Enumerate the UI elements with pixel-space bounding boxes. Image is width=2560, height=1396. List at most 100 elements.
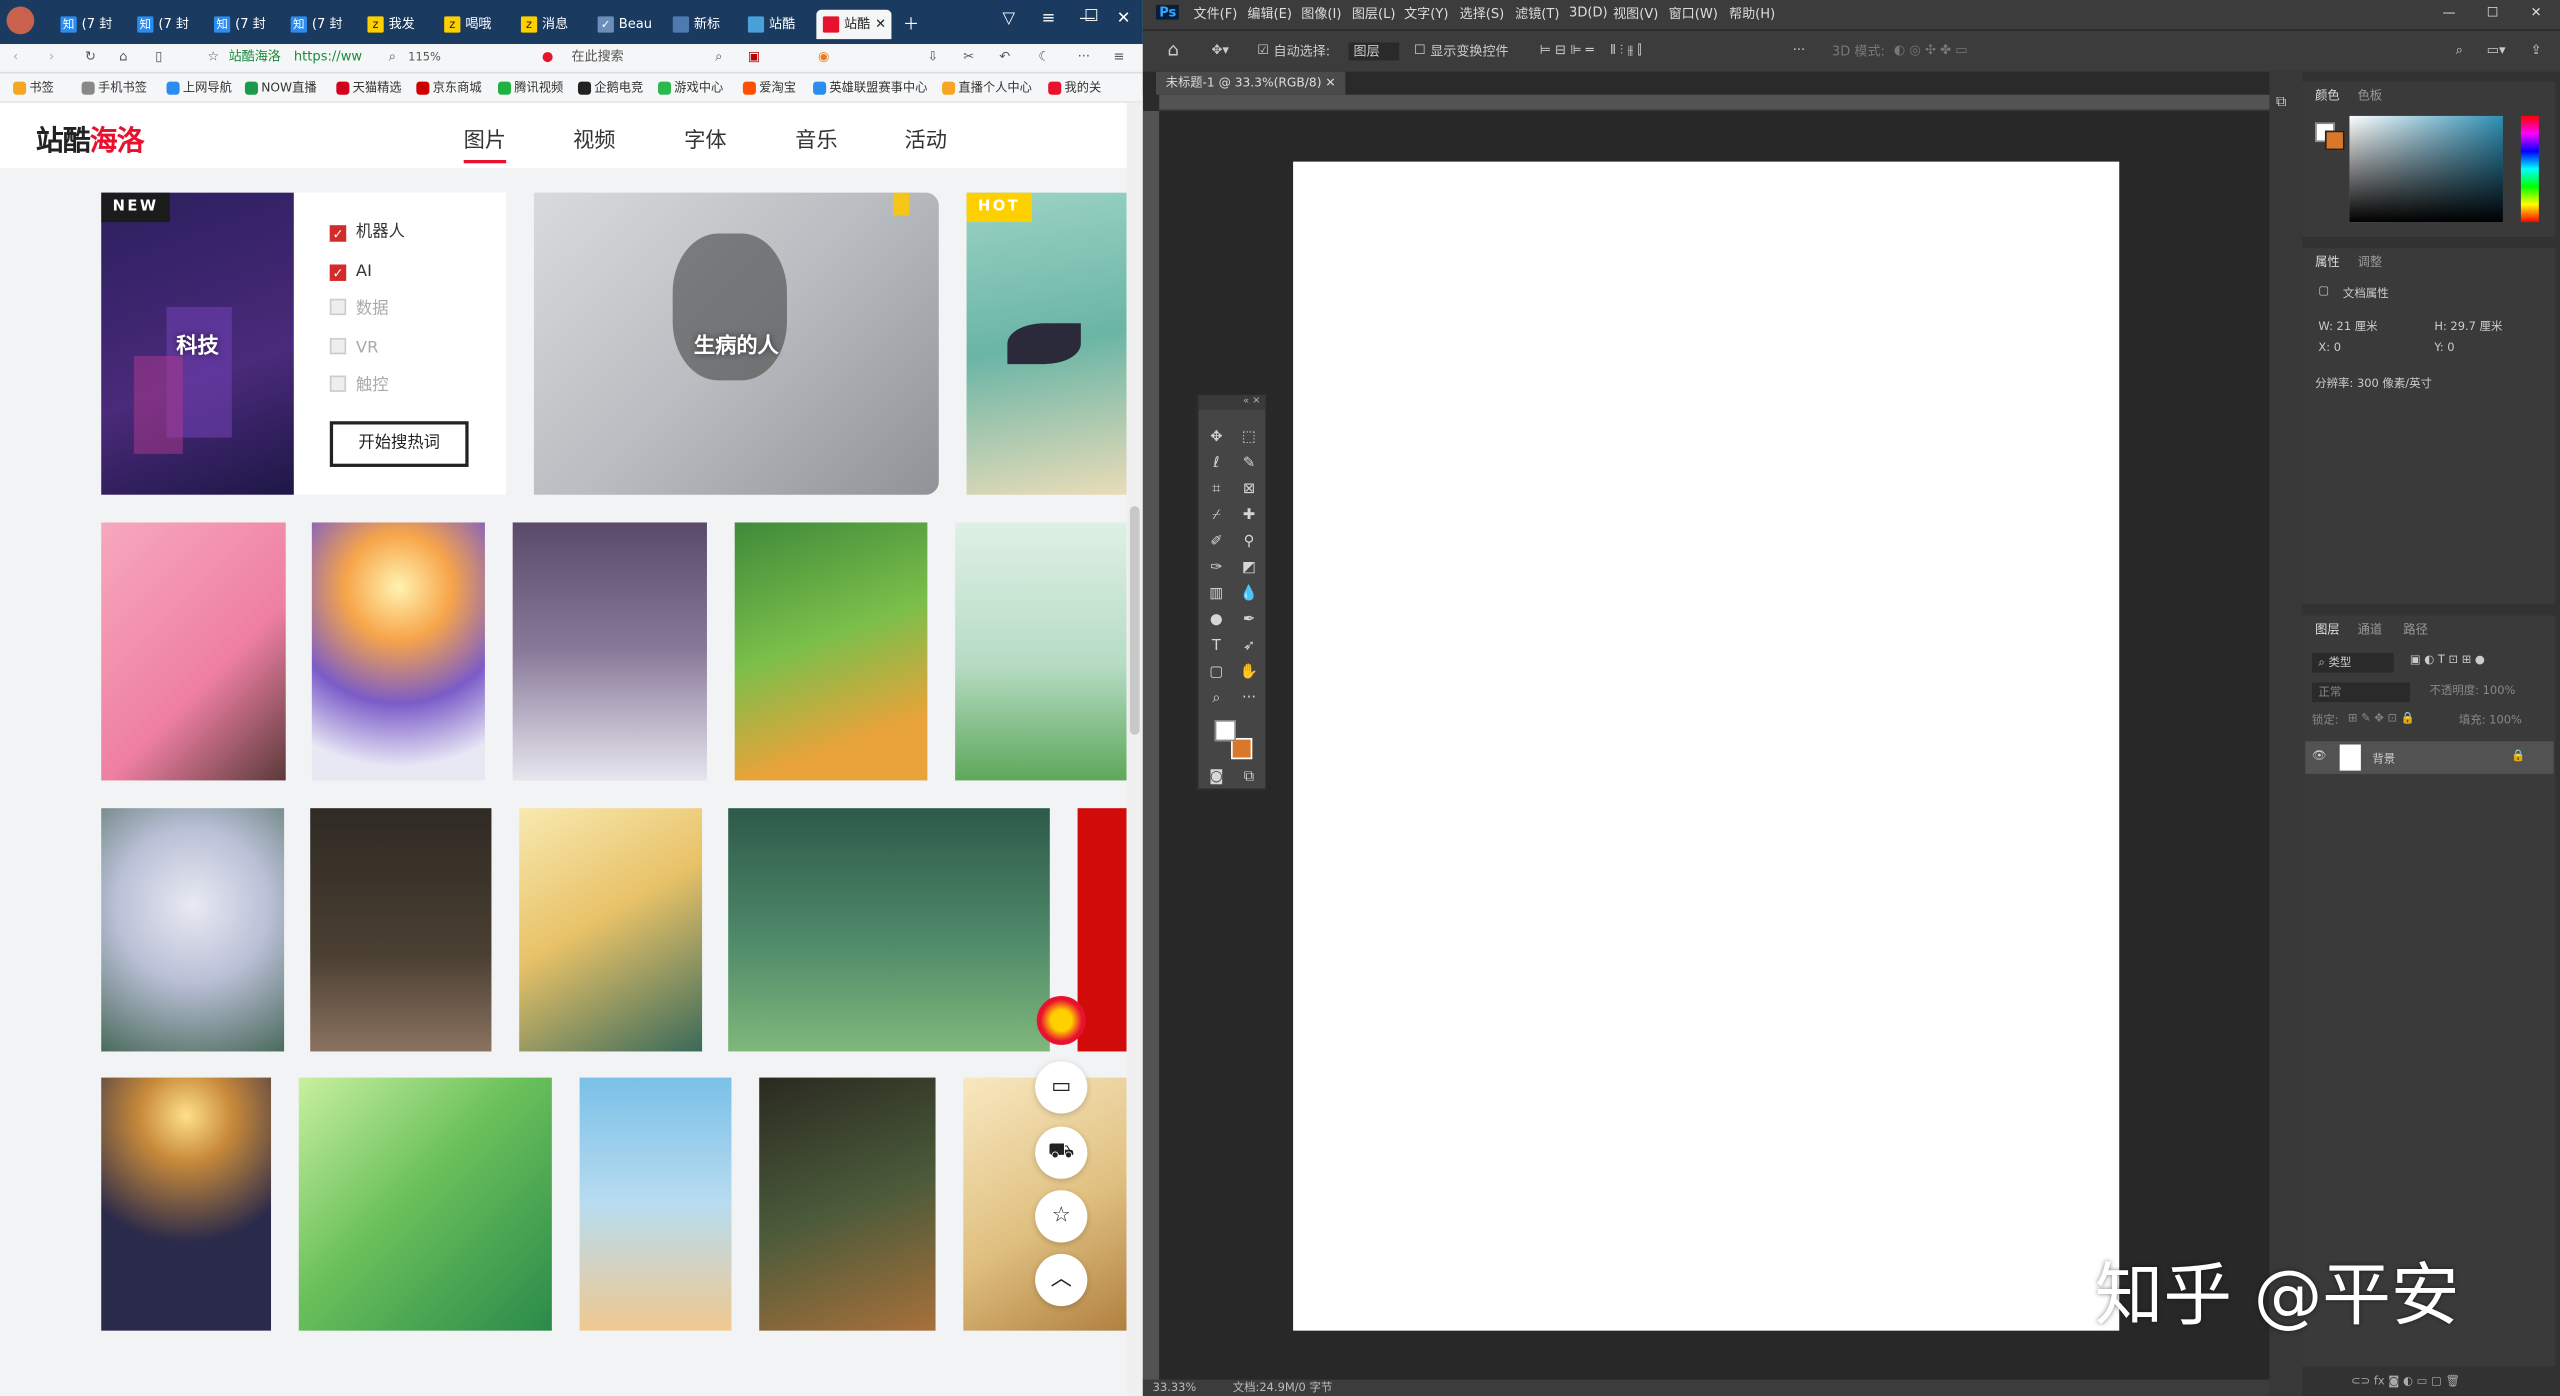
- filter-touch[interactable]: 触控: [329, 375, 389, 399]
- quick-select-tool-icon[interactable]: ✎: [1238, 454, 1261, 475]
- crop-tool-icon[interactable]: ⌗: [1205, 480, 1228, 501]
- path-select-icon[interactable]: ➶: [1238, 637, 1261, 658]
- menu-image[interactable]: 图像(I): [1301, 5, 1341, 23]
- url-field[interactable]: https://ww: [294, 44, 362, 70]
- pen-tool-icon[interactable]: ✒: [1238, 611, 1261, 632]
- scrollbar-thumb[interactable]: [1129, 506, 1140, 735]
- bookmark-item[interactable]: 腾讯视频: [497, 75, 563, 101]
- mascot-icon[interactable]: [1036, 995, 1086, 1045]
- brush-tool-icon[interactable]: ✐: [1205, 532, 1228, 553]
- close-window-button[interactable]: ✕: [2531, 5, 2542, 20]
- auto-select-checkbox[interactable]: ☑: [1257, 42, 1269, 57]
- gallery-image[interactable]: [310, 808, 492, 1052]
- bookmark-item[interactable]: 书签: [13, 75, 54, 101]
- eraser-tool-icon[interactable]: ◩: [1238, 558, 1261, 579]
- close-tab-icon[interactable]: ✕: [1325, 75, 1335, 90]
- gallery-image[interactable]: [734, 522, 928, 781]
- transform-checkbox[interactable]: ☐: [1414, 42, 1426, 57]
- history-icon[interactable]: ⧉: [2276, 95, 2287, 111]
- document-canvas[interactable]: [1293, 161, 2120, 1331]
- filter-data[interactable]: 数据: [329, 298, 389, 322]
- reader-icon[interactable]: ▯: [155, 44, 162, 70]
- bookmark-item[interactable]: 手机书签: [81, 75, 147, 101]
- browser-tab[interactable]: z 喝哦: [444, 10, 491, 39]
- align-icons[interactable]: ⊨ ⊟ ⊫ ═ ⫴ ⫶ ⫵ ⫿: [1540, 42, 1642, 58]
- download-icon[interactable]: ⇩: [927, 44, 938, 70]
- menu-window[interactable]: 窗口(W): [1669, 5, 1718, 23]
- bookmark-item[interactable]: 企鹅电竞: [577, 75, 643, 101]
- menu-file[interactable]: 文件(F): [1194, 5, 1238, 23]
- frame-tool-icon[interactable]: ⊠: [1238, 480, 1261, 501]
- opacity-field[interactable]: 不透明度: 100%: [2429, 682, 2515, 698]
- pdf-icon[interactable]: ▣: [748, 44, 760, 70]
- checkbox-checked[interactable]: ✓: [329, 225, 347, 242]
- search-icon[interactable]: ⌕: [2456, 42, 2463, 58]
- start-search-button[interactable]: 开始搜热词: [329, 421, 469, 467]
- more-icon[interactable]: ···: [1078, 44, 1090, 70]
- tab-adjustments[interactable]: 调整: [2358, 253, 2382, 271]
- star-icon[interactable]: ☆: [207, 44, 219, 70]
- gallery-image[interactable]: [955, 522, 1127, 781]
- layer-kind-filter[interactable]: ⌕ 类型: [2311, 653, 2394, 673]
- site-logo[interactable]: 站酷海洛: [36, 118, 145, 159]
- zoom-icon[interactable]: ⌕: [389, 44, 396, 70]
- filter-vr[interactable]: VR: [329, 337, 378, 361]
- bookmark-item[interactable]: 京东商城: [416, 75, 482, 101]
- healing-tool-icon[interactable]: ✚: [1238, 506, 1261, 527]
- bookmark-item[interactable]: 天猫精选: [336, 75, 402, 101]
- layer-filter-icons[interactable]: ▣ ◐ T ⊡ ⊞ ●: [2410, 653, 2485, 666]
- menu-filter[interactable]: 滤镜(T): [1515, 5, 1559, 23]
- bookmark-item[interactable]: 英雄联盟赛事中心: [813, 75, 927, 101]
- color-picker-field[interactable]: [2349, 115, 2503, 223]
- menu-type[interactable]: 文字(Y): [1404, 5, 1448, 23]
- height-value[interactable]: H: 29.7 厘米: [2434, 318, 2502, 334]
- bg-swatch[interactable]: [2324, 130, 2345, 151]
- menu-help[interactable]: 帮助(H): [1729, 5, 1775, 23]
- bookmark-item[interactable]: NOW直播: [244, 75, 317, 101]
- tech-card[interactable]: NEW 科技: [101, 192, 294, 495]
- zoom-level[interactable]: 115%: [408, 44, 441, 70]
- favorites-icon[interactable]: ▽: [1002, 10, 1015, 28]
- menu-3d[interactable]: 3D(D): [1569, 5, 1608, 20]
- lock-icons[interactable]: ⊞ ✎ ✥ ⊡ 🔒: [2348, 712, 2415, 725]
- layer-footer-icons[interactable]: ⊂⊃ fx ◙ ◐ ▭ ▢ 🗑: [2351, 1375, 2460, 1388]
- tab-color[interactable]: 颜色: [2315, 87, 2339, 105]
- gallery-image[interactable]: [759, 1077, 936, 1331]
- menu-view[interactable]: 视图(V): [1613, 5, 1658, 23]
- x-value[interactable]: X: 0: [2318, 341, 2341, 354]
- browser-tab[interactable]: 新标: [672, 10, 720, 39]
- gallery-image[interactable]: [298, 1077, 552, 1331]
- browser-tab[interactable]: 知 (7 封: [213, 10, 266, 39]
- night-icon[interactable]: ☾: [1038, 44, 1050, 70]
- back-icon[interactable]: ‹: [13, 44, 18, 70]
- stamp-tool-icon[interactable]: ⚲: [1238, 532, 1261, 553]
- gradient-tool-icon[interactable]: ▥: [1205, 585, 1228, 606]
- gallery-image[interactable]: [579, 1077, 732, 1331]
- checkbox-unchecked[interactable]: [329, 375, 347, 392]
- foreground-color-swatch[interactable]: [1214, 720, 1236, 742]
- menu-layer[interactable]: 图层(L): [1352, 5, 1396, 23]
- cut-icon[interactable]: ✂: [963, 44, 974, 70]
- menu-icon[interactable]: ≡: [1114, 44, 1125, 70]
- tab-layers[interactable]: 图层: [2315, 620, 2339, 638]
- browser-tab[interactable]: ✓ Beau: [597, 10, 652, 39]
- share-icon[interactable]: ⇪: [2531, 42, 2542, 57]
- search-engine-icon[interactable]: ●: [542, 44, 553, 70]
- status-zoom[interactable]: 33.33%: [1153, 1380, 1197, 1396]
- menu-edit[interactable]: 编辑(E): [1247, 5, 1292, 23]
- shape-tool-icon[interactable]: ▢: [1205, 663, 1228, 684]
- workspace-icon[interactable]: ▭▾: [2487, 42, 2506, 57]
- close-window-button[interactable]: ✕: [1117, 10, 1131, 28]
- minimize-button[interactable]: —: [2443, 5, 2456, 20]
- filter-ai[interactable]: ✓ AI: [329, 261, 372, 284]
- blend-mode-dropdown[interactable]: 正常: [2311, 682, 2410, 703]
- move-tool-icon[interactable]: ✥: [1205, 428, 1228, 449]
- browser-tab[interactable]: 站酷: [747, 10, 795, 39]
- scrollbar[interactable]: [1126, 102, 1143, 1396]
- menu-select[interactable]: 选择(S): [1460, 5, 1505, 23]
- game-icon[interactable]: ◉: [818, 44, 829, 70]
- hot-card[interactable]: HOT: [966, 192, 1127, 495]
- nav-images[interactable]: 图片: [463, 122, 507, 164]
- gallery-image[interactable]: [101, 1077, 272, 1331]
- home-icon[interactable]: ⌂: [119, 44, 127, 70]
